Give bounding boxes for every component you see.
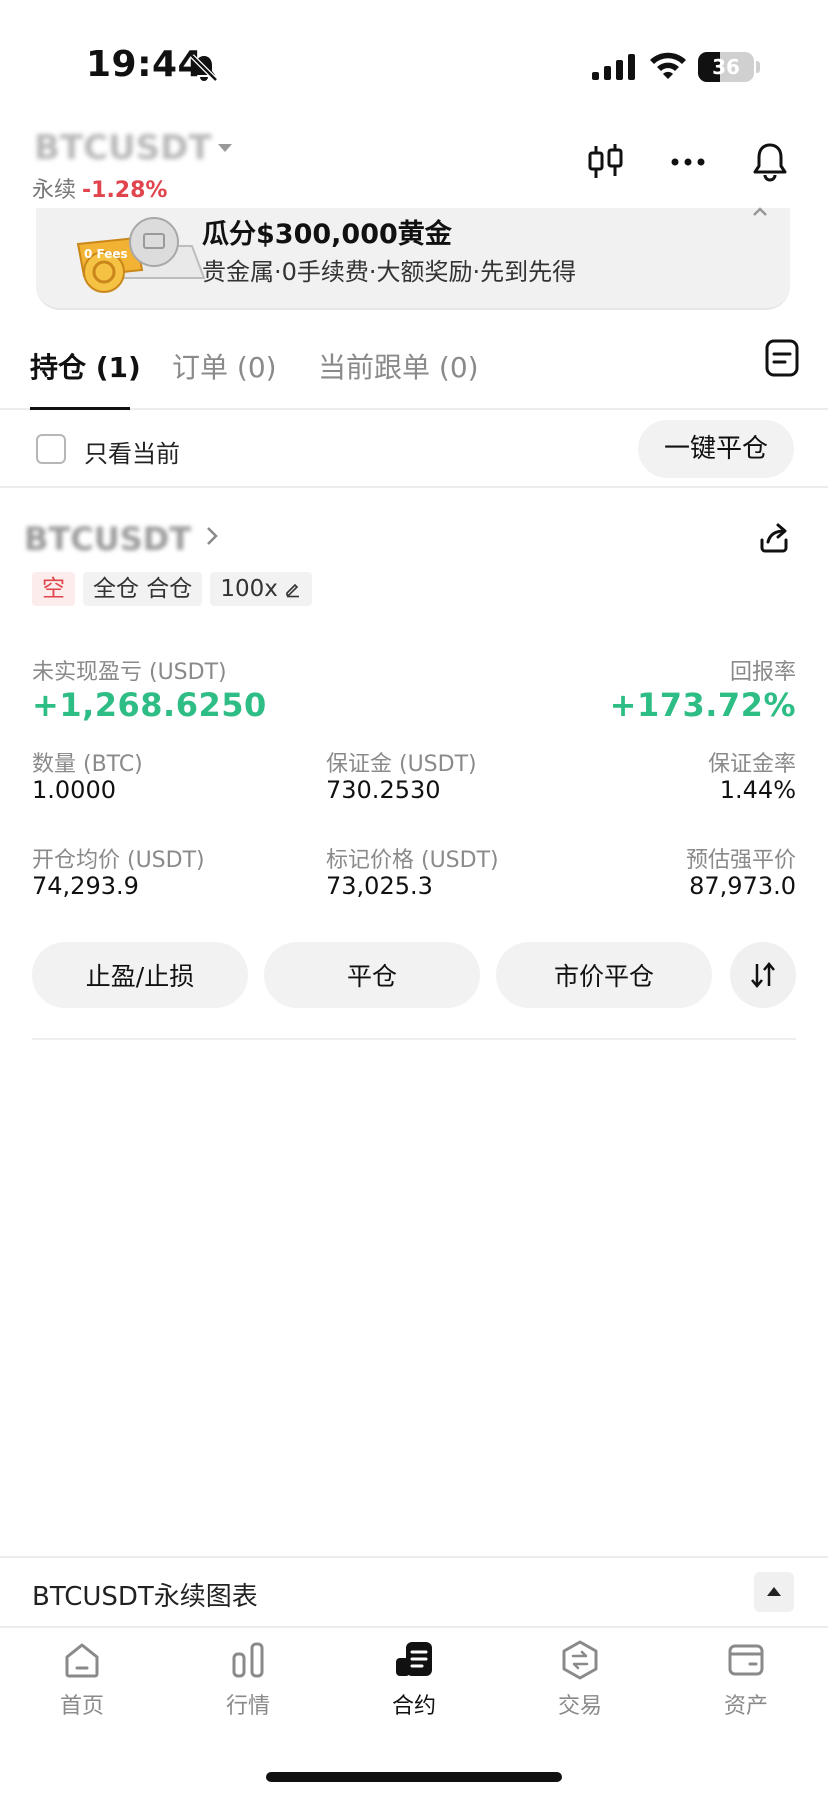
trade-icon: [562, 1640, 598, 1680]
price-change: -1.28%: [82, 178, 168, 203]
tab-positions[interactable]: 持仓 (1): [30, 346, 141, 386]
divider: [32, 1038, 796, 1040]
unrealized-pnl-label: 未实现盈亏 (USDT): [32, 660, 227, 685]
promo-banner[interactable]: 0 Fees 瓜分$300,000黄金 贵金属·0手续费·大额奖励·先到先得: [36, 207, 790, 310]
nav-markets[interactable]: 行情: [188, 1638, 308, 1720]
margin-value: 730.2530: [326, 776, 441, 804]
nav-home[interactable]: 首页: [22, 1638, 142, 1720]
position-tags: 空 全仓 合仓 100x: [32, 572, 312, 606]
gold-coin-graphic: 0 Fees: [76, 217, 206, 293]
header: BTCUSDT 永续 -1.28%: [0, 118, 828, 208]
leverage-tag[interactable]: 100x: [210, 572, 312, 606]
nav-futures[interactable]: 合约: [354, 1638, 474, 1720]
roe-label: 回报率: [729, 660, 796, 685]
close-position-button[interactable]: 平仓: [264, 942, 480, 1008]
liq-price-value: 87,973.0: [689, 872, 796, 900]
banner-graphic-text: 0 Fees: [84, 247, 128, 261]
wallet-icon: [728, 1644, 764, 1676]
battery-cap: [756, 61, 760, 73]
wifi-icon: [650, 52, 686, 79]
active-tab-indicator: [30, 407, 130, 410]
side-tag: 空: [32, 572, 75, 606]
current-only-checkbox[interactable]: [36, 434, 66, 464]
status-bar: 19:44 36: [0, 0, 828, 110]
tab-copy-trades[interactable]: 当前跟单 (0): [318, 346, 479, 386]
status-time: 19:44: [86, 44, 204, 85]
home-icon: [65, 1643, 99, 1678]
edit-icon[interactable]: [284, 580, 302, 598]
bottom-nav: 首页 行情 合约 交易 资产: [0, 1630, 828, 1740]
unrealized-pnl-value: +1,268.6250: [32, 686, 267, 724]
entry-price-label: 开仓均价 (USDT): [32, 848, 205, 873]
caret-down-icon[interactable]: [218, 144, 232, 152]
home-indicator: [266, 1772, 562, 1782]
position-tabs: 持仓 (1) 订单 (0) 当前跟单 (0): [0, 338, 828, 410]
leverage-value: 100x: [220, 576, 278, 602]
nav-trade[interactable]: 交易: [520, 1638, 640, 1720]
triangle-up-icon: [767, 1587, 781, 1596]
reverse-position-button[interactable]: [730, 942, 796, 1008]
filter-row: 只看当前 一键平仓: [0, 412, 828, 488]
entry-price-value: 74,293.9: [32, 872, 139, 900]
share-icon[interactable]: [756, 520, 792, 556]
close-all-button[interactable]: 一键平仓: [638, 420, 794, 478]
chevron-right-icon[interactable]: [204, 522, 220, 550]
nav-assets-label: 资产: [723, 1694, 768, 1719]
signal-icon: [592, 54, 635, 80]
quantity-label: 数量 (BTC): [32, 752, 143, 777]
margin-ratio-label: 保证金率: [707, 752, 796, 777]
mark-price-label: 标记价格 (USDT): [326, 848, 499, 873]
position-symbol[interactable]: BTCUSDT: [24, 520, 191, 558]
current-only-label[interactable]: 只看当前: [84, 434, 180, 469]
swap-arrows-icon: [751, 962, 775, 988]
futures-icon: [396, 1642, 432, 1676]
position-card: BTCUSDT 空 全仓 合仓 100x 未实现盈亏 (USDT) +1,268…: [0, 510, 828, 1040]
candlestick-icon[interactable]: [584, 140, 628, 184]
document-icon[interactable]: [764, 338, 800, 378]
chart-panel-label[interactable]: BTCUSDT永续图表: [32, 1576, 258, 1613]
position-actions: 止盈/止损 平仓 市价平仓: [32, 942, 796, 1008]
nav-trade-label: 交易: [557, 1694, 602, 1719]
nav-futures-label: 合约: [391, 1694, 436, 1719]
markets-icon: [232, 1642, 264, 1678]
chart-panel-bar[interactable]: BTCUSDT永续图表: [0, 1556, 828, 1628]
symbol-subtitle: 永续 -1.28%: [32, 172, 167, 204]
bell-off-icon: [190, 54, 218, 82]
contract-type: 永续: [32, 178, 77, 203]
margin-label: 保证金 (USDT): [326, 752, 477, 777]
chevron-up-icon[interactable]: [750, 202, 770, 222]
market-close-button[interactable]: 市价平仓: [496, 942, 712, 1008]
expand-chart-button[interactable]: [754, 1572, 794, 1612]
battery-level: 36: [712, 55, 740, 79]
roe-value: +173.72%: [609, 686, 796, 724]
bell-icon[interactable]: [748, 140, 792, 184]
tpsl-button[interactable]: 止盈/止损: [32, 942, 248, 1008]
margin-mode-tag: 全仓 合仓: [83, 572, 203, 606]
nav-home-label: 首页: [59, 1694, 104, 1719]
liq-price-label: 预估强平价: [685, 848, 796, 873]
banner-subtitle: 贵金属·0手续费·大额奖励·先到先得: [202, 258, 577, 286]
banner-title: 瓜分$300,000黄金: [202, 219, 452, 250]
mark-price-value: 73,025.3: [326, 872, 433, 900]
symbol-selector[interactable]: BTCUSDT: [34, 128, 212, 168]
margin-ratio-value: 1.44%: [719, 776, 796, 804]
nav-assets[interactable]: 资产: [686, 1638, 806, 1720]
more-icon[interactable]: [666, 140, 710, 184]
quantity-value: 1.0000: [32, 776, 116, 804]
nav-markets-label: 行情: [225, 1694, 270, 1719]
battery-icon: 36: [698, 52, 754, 82]
tab-orders[interactable]: 订单 (0): [172, 346, 277, 386]
